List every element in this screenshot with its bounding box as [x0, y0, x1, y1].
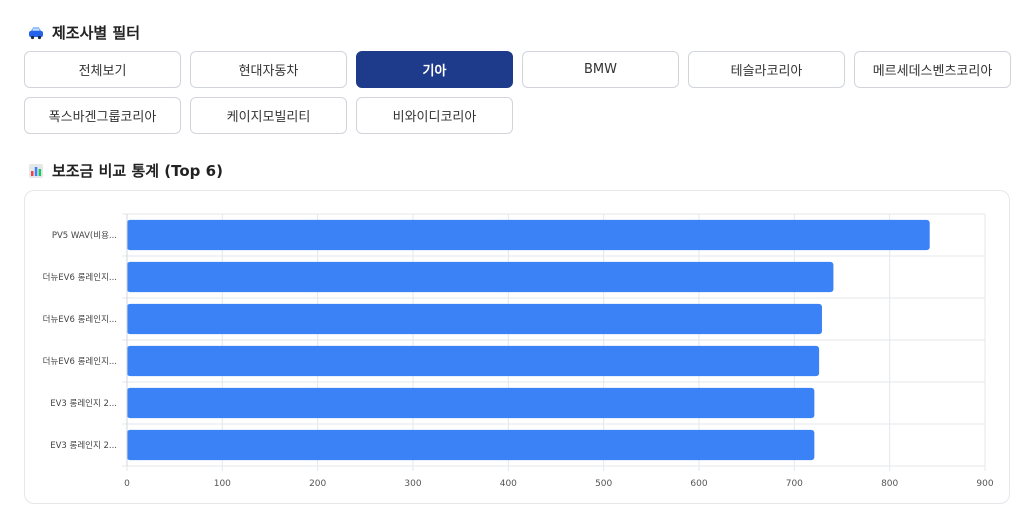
- x-tick-label: 900: [976, 479, 993, 489]
- x-tick-label: 400: [500, 479, 517, 489]
- bar[interactable]: [127, 303, 822, 335]
- bar[interactable]: [127, 219, 930, 251]
- filter-button[interactable]: BMW: [522, 51, 679, 88]
- bar-chart-icon: [29, 163, 43, 178]
- x-tick-label: 600: [690, 479, 707, 489]
- filter-button[interactable]: 기아: [356, 51, 513, 88]
- subsidy-chart-card: 0 100 200 300 400 500 600 700 800 900 PV5 WAV(비용..…: [24, 190, 1010, 504]
- bar[interactable]: [127, 429, 815, 461]
- filter-button[interactable]: 폭스바겐그룹코리아: [24, 97, 181, 134]
- x-tick-label: 200: [309, 479, 326, 489]
- stats-title-text: 보조금 비교 통계 (Top 6): [52, 162, 223, 180]
- x-tick-label: 700: [786, 479, 803, 489]
- y-category-label: 더뉴EV6 롱레인지...: [43, 272, 117, 283]
- y-category-label: PV5 WAV(비용...: [52, 231, 117, 241]
- filter-button-row-2: 폭스바겐그룹코리아 케이지모빌리티 비와이디코리아: [24, 97, 513, 134]
- filter-button[interactable]: 비와이디코리아: [356, 97, 513, 134]
- filter-button[interactable]: 케이지모빌리티: [190, 97, 347, 134]
- x-tick-label: 800: [881, 479, 898, 489]
- filter-button[interactable]: 테슬라코리아: [688, 51, 845, 88]
- y-category-label: 더뉴EV6 롱레인지...: [43, 314, 117, 325]
- stats-section-title: 보조금 비교 통계 (Top 6): [28, 160, 223, 181]
- bar[interactable]: [127, 261, 834, 293]
- filter-section-title: 제조사별 필터: [28, 22, 140, 43]
- bar[interactable]: [127, 387, 815, 419]
- bar[interactable]: [127, 345, 820, 377]
- subsidy-bar-chart: 0 100 200 300 400 500 600 700 800 900 PV5 WAV(비용..…: [43, 213, 994, 489]
- filter-button[interactable]: 전체보기: [24, 51, 181, 88]
- y-category-label: EV3 롱레인지 2...: [50, 440, 117, 451]
- x-tick-label: 300: [404, 479, 421, 489]
- x-tick-label: 0: [124, 479, 130, 489]
- x-tick-label: 500: [595, 479, 612, 489]
- filter-title-text: 제조사별 필터: [52, 24, 141, 42]
- filter-button[interactable]: 메르세데스벤츠코리아: [854, 51, 1011, 88]
- filter-button-row-1: 전체보기 현대자동차 기아 BMW 테슬라코리아 메르세데스벤츠코리아: [24, 51, 1011, 88]
- y-category-label: 더뉴EV6 롱레인지...: [43, 356, 117, 367]
- y-category-label: EV3 롱레인지 2...: [50, 398, 117, 409]
- x-tick-label: 100: [214, 479, 231, 489]
- car-icon: [29, 27, 43, 39]
- filter-button[interactable]: 현대자동차: [190, 51, 347, 88]
